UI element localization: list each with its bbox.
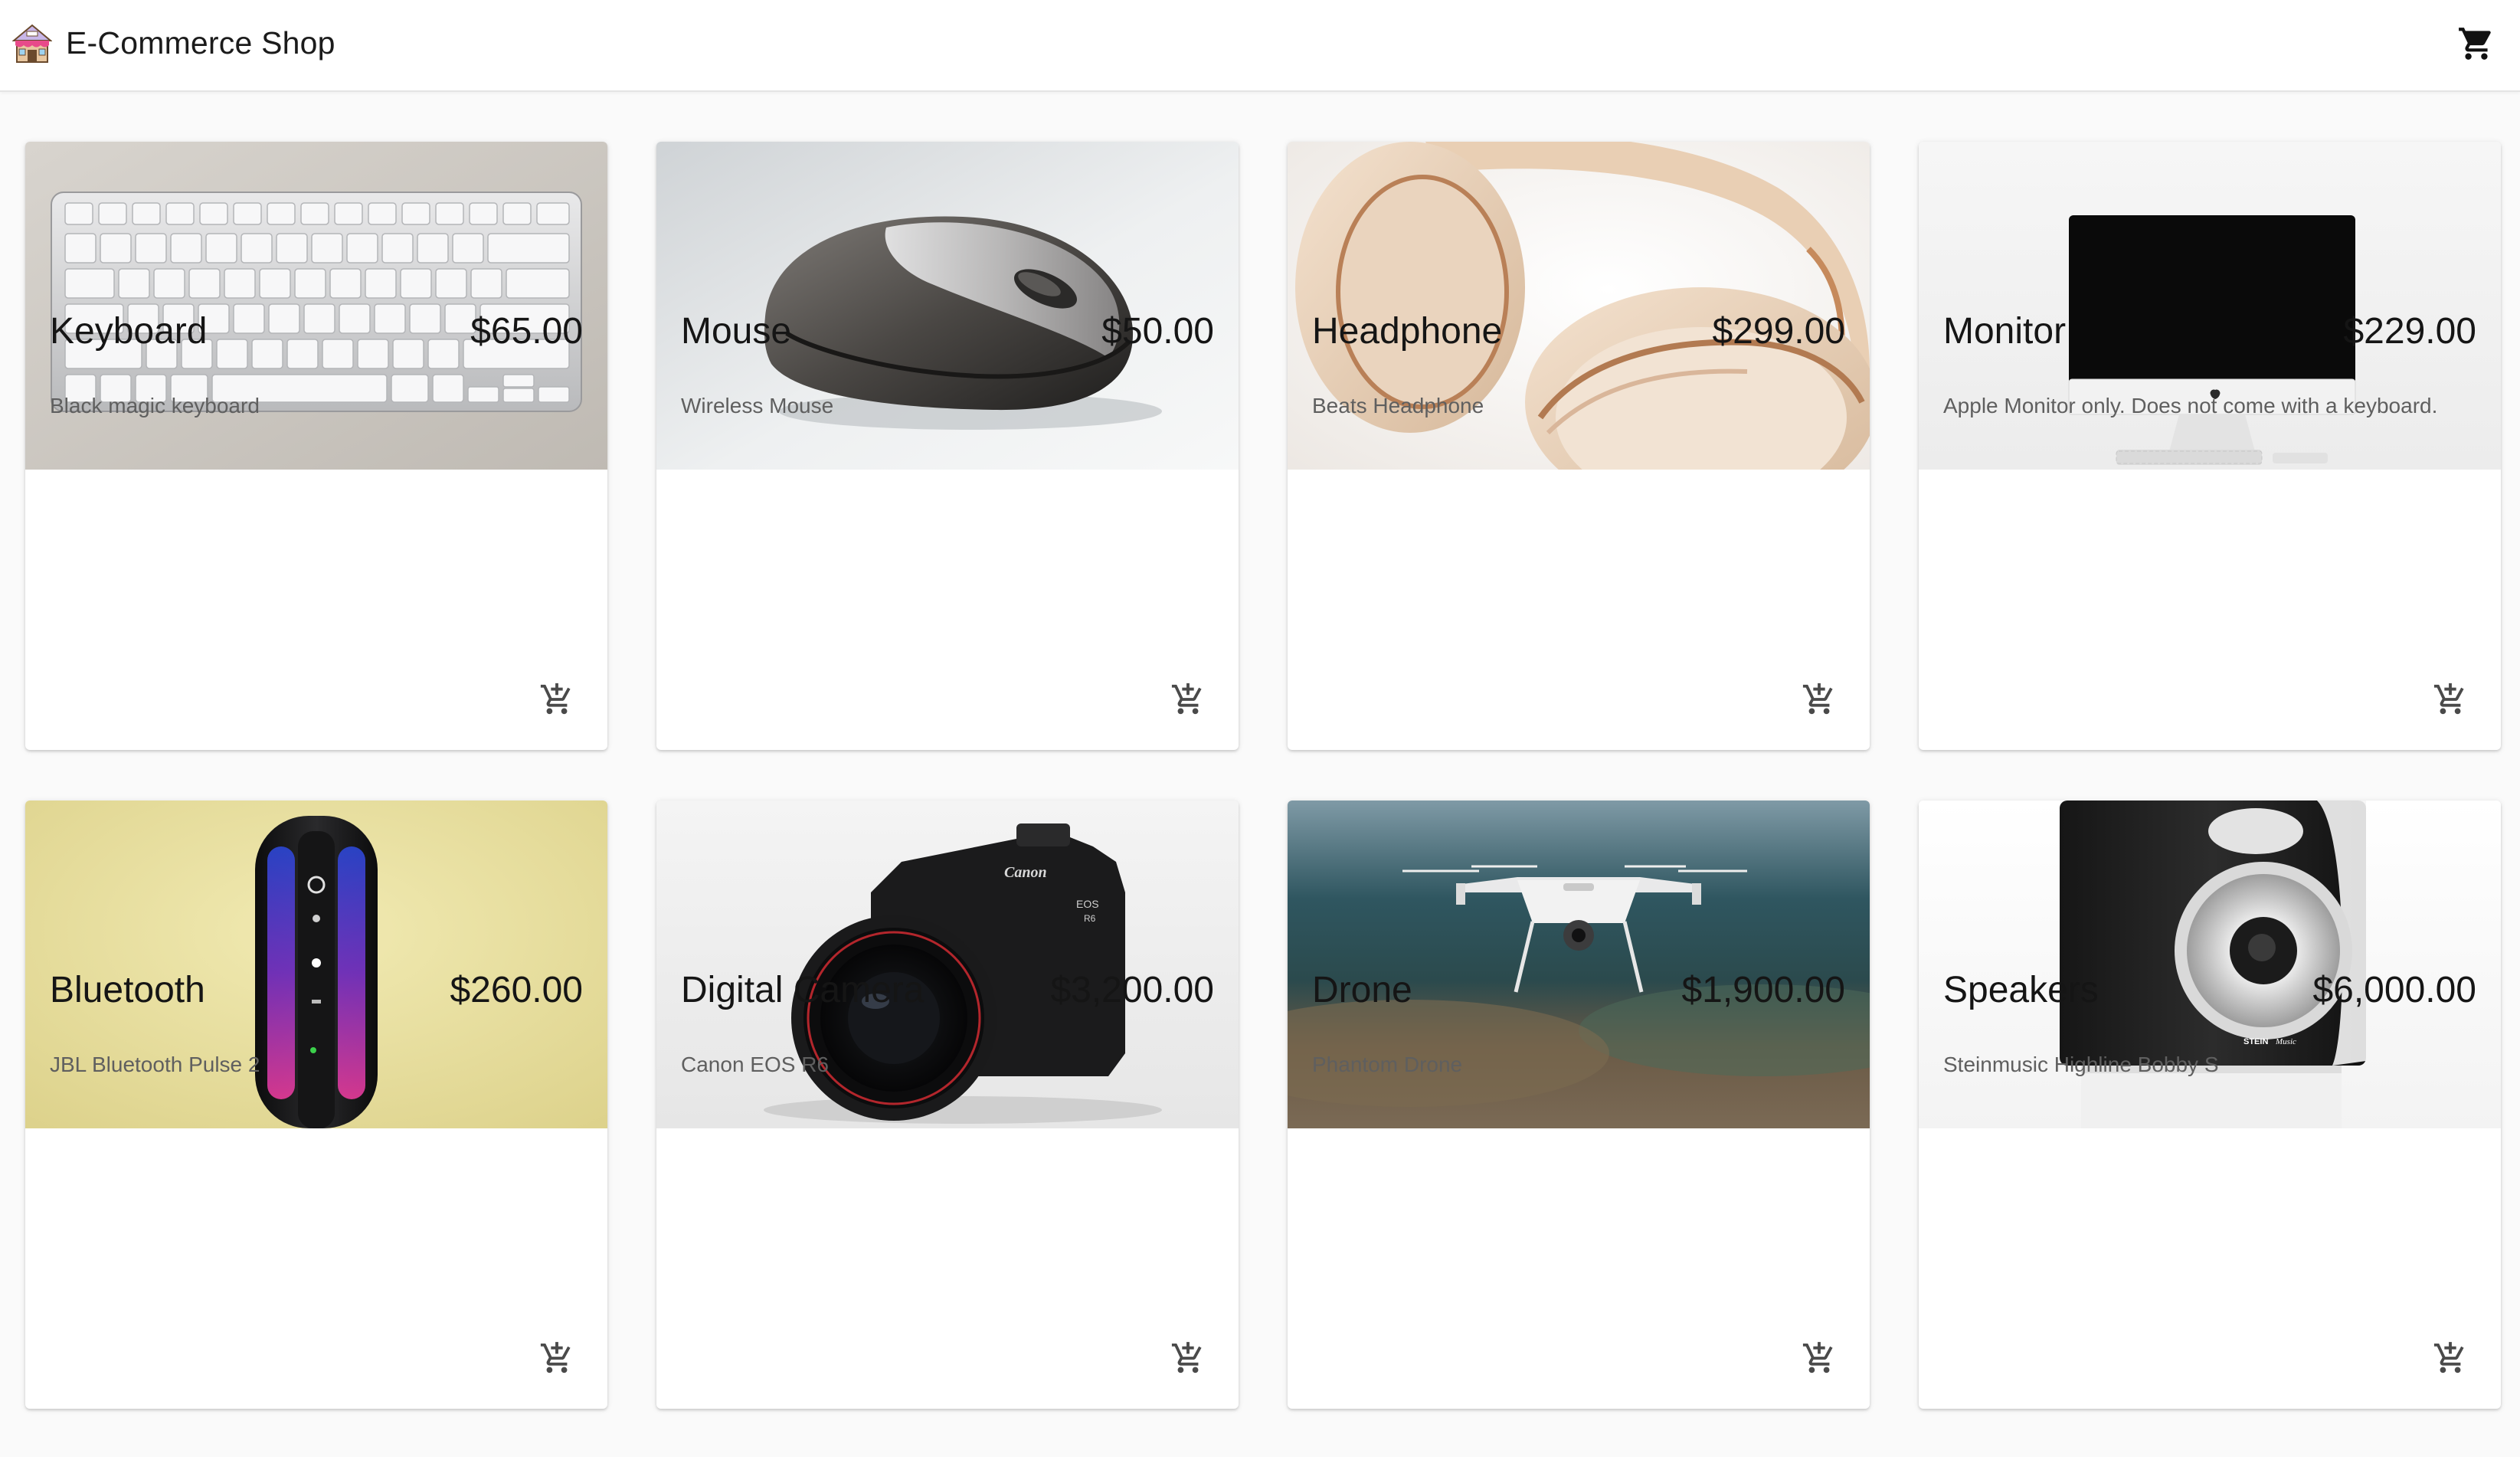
speakers-image: STEIN Music: [1919, 801, 2501, 1128]
product-description: Steinmusic Highline Bobby S: [1943, 1053, 2219, 1076]
svg-text:R6: R6: [1084, 913, 1096, 924]
product-description: JBL Bluetooth Pulse 2: [50, 1053, 260, 1076]
product-name: Monitor: [1943, 311, 2067, 352]
product-card: STEIN Music Speakers $6,000.00 Steinmusi…: [1919, 801, 2501, 1409]
add-to-cart-button[interactable]: [1168, 1338, 1208, 1378]
headphones-image: [1288, 142, 1870, 470]
app-title: E-Commerce Shop: [66, 25, 335, 61]
product-image-bluetooth-speaker[interactable]: [25, 801, 607, 1128]
product-price: $6,000.00: [2312, 970, 2476, 1010]
cart-icon: [2459, 28, 2491, 60]
product-card: Headphone $299.00 Beats Headphone: [1288, 142, 1870, 750]
add-shopping-cart-icon: [2433, 1341, 2464, 1374]
app-header: E-Commerce Shop: [0, 0, 2520, 92]
product-card: Bluetooth $260.00 JBL Bluetooth Pulse 2: [25, 801, 607, 1409]
product-description: Apple Monitor only. Does not come with a…: [1943, 394, 2438, 417]
product-name: Speakers: [1943, 970, 2099, 1010]
product-description: Wireless Mouse: [681, 394, 834, 417]
camera-image: Canon EOS R6: [656, 801, 1239, 1128]
mouse-image: [656, 142, 1239, 470]
product-price: $50.00: [1101, 311, 1214, 352]
add-to-cart-button[interactable]: [537, 1338, 577, 1378]
add-shopping-cart-icon: [1802, 1341, 1833, 1374]
product-card: Canon EOS R6 Digital Camera $3,200.00 Ca…: [656, 801, 1239, 1409]
add-to-cart-button[interactable]: [2430, 679, 2470, 719]
svg-text:STEIN: STEIN: [2243, 1037, 2268, 1046]
product-image-keyboard[interactable]: [25, 142, 607, 470]
product-name: Mouse: [681, 311, 792, 352]
add-to-cart-button[interactable]: [1799, 1338, 1839, 1378]
product-image-drone[interactable]: [1288, 801, 1870, 1128]
product-name: Headphone: [1312, 311, 1503, 352]
product-price: $65.00: [470, 311, 583, 352]
add-to-cart-button[interactable]: [2430, 1338, 2470, 1378]
product-card: Monitor $229.00 Apple Monitor only. Does…: [1919, 142, 2501, 750]
keyboard-image: [25, 142, 607, 470]
monitor-image: [1919, 142, 2501, 470]
product-card: Drone $1,900.00 Phantom Drone: [1288, 801, 1870, 1409]
product-image-speakers[interactable]: STEIN Music: [1919, 801, 2501, 1128]
cart-button[interactable]: [2456, 23, 2497, 64]
product-name: Keyboard: [50, 311, 208, 352]
product-description: Phantom Drone: [1312, 1053, 1463, 1076]
product-card: Mouse $50.00 Wireless Mouse: [656, 142, 1239, 750]
svg-text:EOS: EOS: [1076, 898, 1099, 910]
product-card: Keyboard $65.00 Black magic keyboard: [25, 142, 607, 750]
product-description: Canon EOS R6: [681, 1053, 829, 1076]
add-shopping-cart-icon: [1802, 683, 1833, 715]
product-image-monitor[interactable]: [1919, 142, 2501, 470]
product-image-headphones[interactable]: [1288, 142, 1870, 470]
product-description: Black magic keyboard: [50, 394, 260, 417]
drone-image: [1288, 801, 1870, 1128]
product-name: Digital Camera: [681, 970, 925, 1010]
add-to-cart-button[interactable]: [537, 679, 577, 719]
product-price: $229.00: [2343, 311, 2476, 352]
add-shopping-cart-icon: [540, 1341, 571, 1374]
add-shopping-cart-icon: [1171, 683, 1202, 715]
add-to-cart-button[interactable]: [1168, 679, 1208, 719]
product-description: Beats Headphone: [1312, 394, 1484, 417]
bluetooth-speaker-image: [25, 801, 607, 1128]
brand-home-link[interactable]: E-Commerce Shop: [12, 21, 335, 65]
add-shopping-cart-icon: [2433, 683, 2464, 715]
svg-text:Canon: Canon: [1004, 864, 1047, 881]
product-name: Bluetooth: [50, 970, 205, 1010]
product-price: $1,900.00: [1681, 970, 1845, 1010]
product-price: $3,200.00: [1050, 970, 1214, 1010]
add-shopping-cart-icon: [540, 683, 571, 715]
add-to-cart-button[interactable]: [1799, 679, 1839, 719]
product-price: $260.00: [450, 970, 583, 1010]
product-image-mouse[interactable]: [656, 142, 1239, 470]
svg-text:Music: Music: [2275, 1037, 2296, 1046]
product-price: $299.00: [1712, 311, 1845, 352]
add-shopping-cart-icon: [1171, 1341, 1202, 1374]
shop-icon: [12, 24, 52, 63]
product-name: Drone: [1312, 970, 1412, 1010]
product-image-camera[interactable]: Canon EOS R6: [656, 801, 1239, 1128]
